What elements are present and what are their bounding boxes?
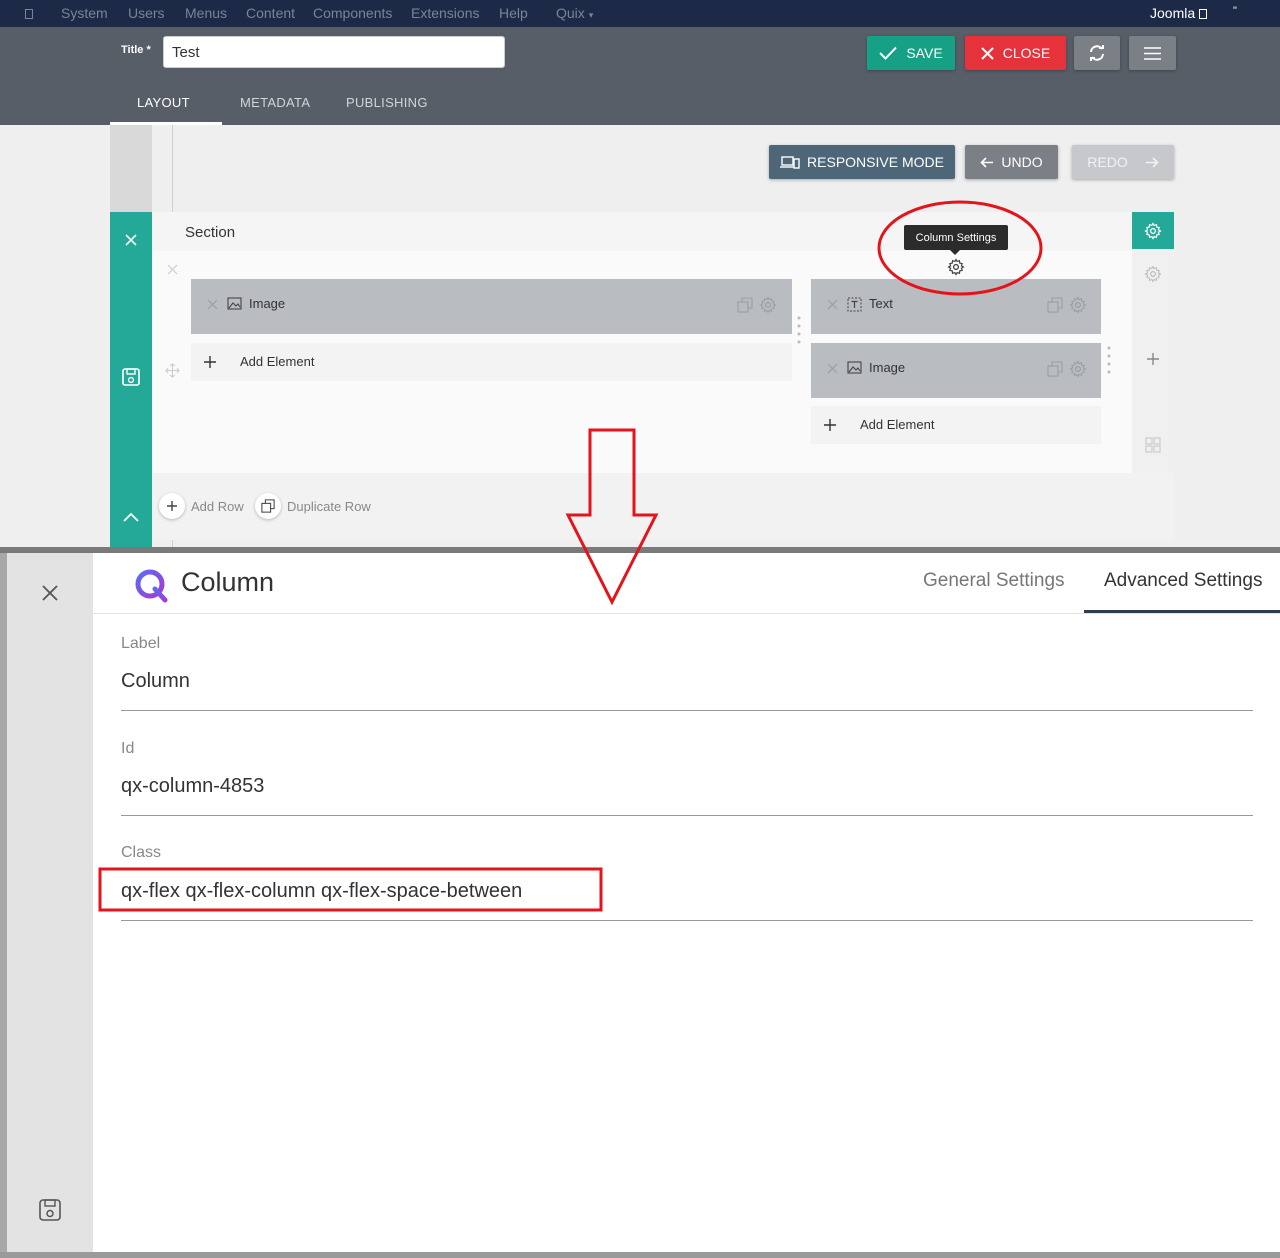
annotation-arrow (565, 428, 659, 606)
annotation-overlay (98, 200, 1043, 912)
annotation-circle (877, 200, 1043, 296)
annotation-box (98, 867, 603, 912)
